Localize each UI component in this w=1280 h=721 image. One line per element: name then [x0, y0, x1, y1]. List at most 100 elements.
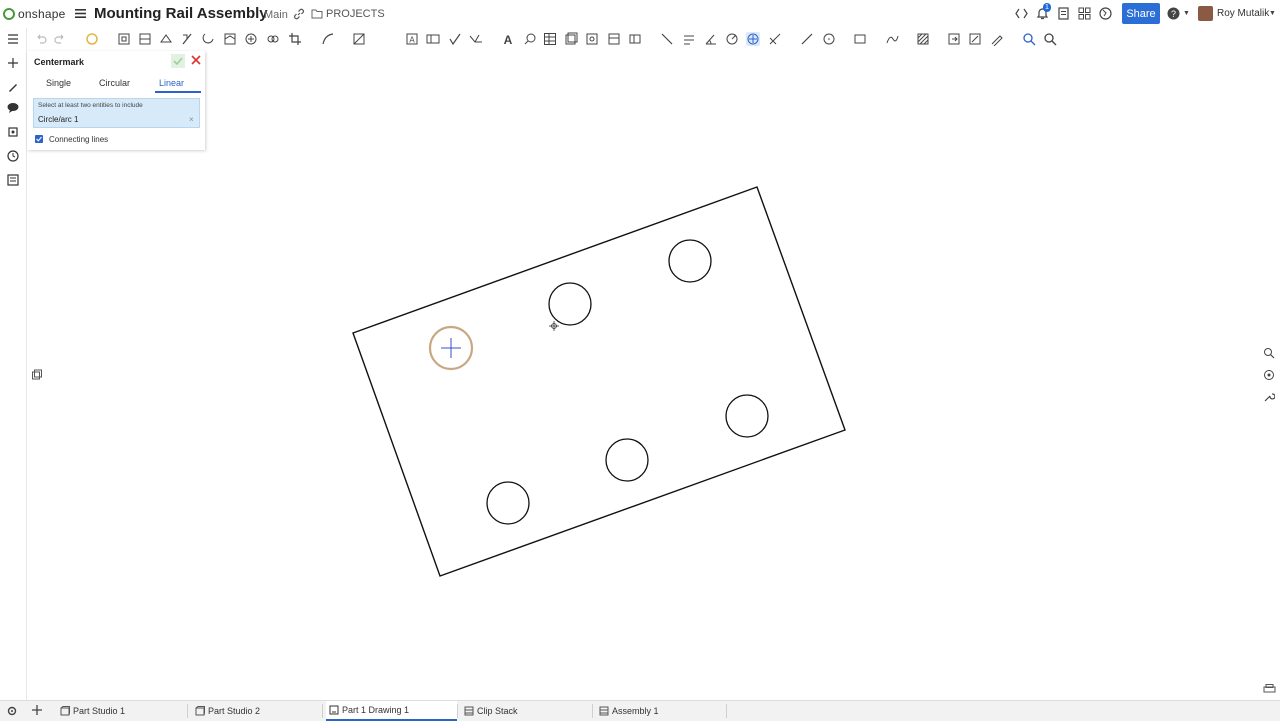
comment-icon[interactable]: [6, 101, 20, 115]
tab-divider: [322, 704, 323, 718]
centerline-icon[interactable]: [768, 32, 782, 46]
branch-label[interactable]: Main: [264, 9, 288, 21]
share-button[interactable]: Share: [1122, 3, 1160, 24]
tab-label: Part Studio 1: [73, 706, 126, 716]
baseline-dimension-icon[interactable]: [682, 32, 696, 46]
sheets-icon[interactable]: [31, 369, 43, 381]
folder-icon: [311, 9, 323, 19]
centermark-icon[interactable]: [746, 32, 760, 46]
undo-icon[interactable]: [34, 32, 48, 46]
text-icon[interactable]: A: [501, 32, 515, 47]
callout-icon[interactable]: [523, 32, 537, 46]
help-icon[interactable]: ?: [1167, 7, 1180, 20]
svg-text:A: A: [504, 33, 513, 46]
confirm-check-icon[interactable]: [171, 54, 185, 68]
tab-single[interactable]: Single: [46, 78, 71, 88]
pen-icon[interactable]: [990, 32, 1004, 47]
history-icon[interactable]: [6, 149, 20, 163]
selection-value[interactable]: Circle/arc 1: [38, 115, 78, 124]
top-right-icons: 1: [1014, 3, 1113, 21]
revision-table-icon[interactable]: [607, 32, 621, 46]
tab-part-1-drawing-1[interactable]: Part 1 Drawing 1: [326, 701, 457, 721]
export-icon[interactable]: [947, 32, 961, 46]
connecting-lines-label: Connecting lines: [49, 135, 109, 144]
hatch-icon[interactable]: [352, 32, 366, 46]
balloon-icon[interactable]: [628, 32, 642, 46]
sketch-icon[interactable]: [321, 32, 335, 46]
chevron-down-icon[interactable]: ▼: [1269, 10, 1276, 17]
document-title[interactable]: Mounting Rail Assembly: [94, 5, 268, 22]
section-view-icon[interactable]: [180, 32, 194, 46]
onshape-logo[interactable]: onshape: [3, 7, 65, 21]
add-tab-icon[interactable]: [31, 704, 43, 716]
drawing-toolbar: A A: [28, 29, 1280, 49]
hole-table-icon[interactable]: [585, 32, 599, 46]
line-icon[interactable]: [800, 32, 814, 46]
feature-list-icon[interactable]: [6, 32, 20, 46]
tab-part-studio-2[interactable]: Part Studio 2: [195, 701, 260, 721]
avatar[interactable]: [1198, 6, 1213, 21]
gtol-icon[interactable]: [426, 32, 440, 46]
user-name[interactable]: Roy Mutalik: [1217, 8, 1269, 19]
auxiliary-view-icon[interactable]: [159, 32, 173, 46]
rail-outline: [352, 186, 846, 577]
zoom-fit-icon[interactable]: [1022, 32, 1036, 46]
radial-dimension-icon[interactable]: [725, 32, 739, 46]
weld-symbol-icon[interactable]: [469, 32, 483, 46]
zoom-icon[interactable]: [1043, 32, 1057, 46]
broken-view-icon[interactable]: [223, 32, 237, 46]
close-icon[interactable]: [190, 54, 202, 66]
connecting-lines-checkbox[interactable]: [35, 135, 43, 143]
tab-part-studio-1[interactable]: Part Studio 1: [60, 701, 125, 721]
menu-icon[interactable]: [74, 7, 87, 20]
hole-circle: [725, 394, 769, 438]
assembly-icon: [599, 706, 609, 716]
redo-icon[interactable]: [53, 32, 67, 46]
document-icon[interactable]: [1056, 6, 1071, 21]
bom-icon[interactable]: [564, 32, 578, 46]
brand-name: onshape: [18, 7, 66, 21]
apps-icon[interactable]: [1077, 6, 1092, 21]
import-icon[interactable]: [968, 32, 982, 46]
right-rail: [1259, 343, 1279, 411]
tab-settings-icon[interactable]: [6, 705, 18, 717]
wrench-icon[interactable]: [1263, 391, 1275, 403]
layers-icon[interactable]: [1263, 369, 1275, 381]
link-icon[interactable]: [293, 8, 305, 20]
chevron-down-icon[interactable]: ▼: [1183, 10, 1190, 17]
projected-view-icon[interactable]: [138, 32, 152, 46]
code-icon[interactable]: [1014, 6, 1029, 21]
notifications-button[interactable]: 1: [1035, 3, 1051, 21]
surface-finish-icon[interactable]: [448, 32, 462, 46]
tab-assembly-1[interactable]: Assembly 1: [599, 701, 659, 721]
alternate-view-icon[interactable]: [266, 32, 280, 46]
crop-icon[interactable]: [288, 32, 302, 46]
edit-icon[interactable]: [6, 80, 20, 94]
hatch-region-icon[interactable]: [916, 32, 930, 46]
crop-view-icon[interactable]: [244, 32, 258, 46]
tab-linear[interactable]: Linear: [159, 78, 184, 88]
angular-dimension-icon[interactable]: [704, 32, 718, 46]
parts-icon[interactable]: [6, 125, 20, 139]
tab-circular[interactable]: Circular: [99, 78, 130, 88]
selection-field[interactable]: Select at least two entities to include …: [33, 98, 200, 128]
spline-icon[interactable]: [885, 32, 899, 46]
tab-label: Part Studio 2: [208, 706, 261, 716]
detail-view-icon[interactable]: [201, 32, 215, 46]
zoom-window-icon[interactable]: [1263, 347, 1275, 359]
sketch-tools-icon[interactable]: [6, 56, 20, 70]
linear-dimension-icon[interactable]: [660, 32, 674, 46]
projects-link[interactable]: PROJECTS: [326, 8, 385, 20]
print-icon[interactable]: [1263, 684, 1276, 694]
tab-clip-stack[interactable]: Clip Stack: [464, 701, 518, 721]
properties-icon[interactable]: [6, 173, 20, 187]
globe-icon[interactable]: [1098, 6, 1113, 21]
note-icon[interactable]: A: [405, 32, 419, 46]
table-icon[interactable]: [543, 32, 557, 46]
update-icon[interactable]: [85, 32, 99, 46]
circle-icon[interactable]: [822, 32, 836, 46]
tab-label: Part 1 Drawing 1: [342, 705, 410, 715]
rectangle-icon[interactable]: [853, 32, 867, 46]
insert-view-icon[interactable]: [117, 32, 131, 46]
clear-selection-icon[interactable]: ×: [189, 115, 194, 124]
